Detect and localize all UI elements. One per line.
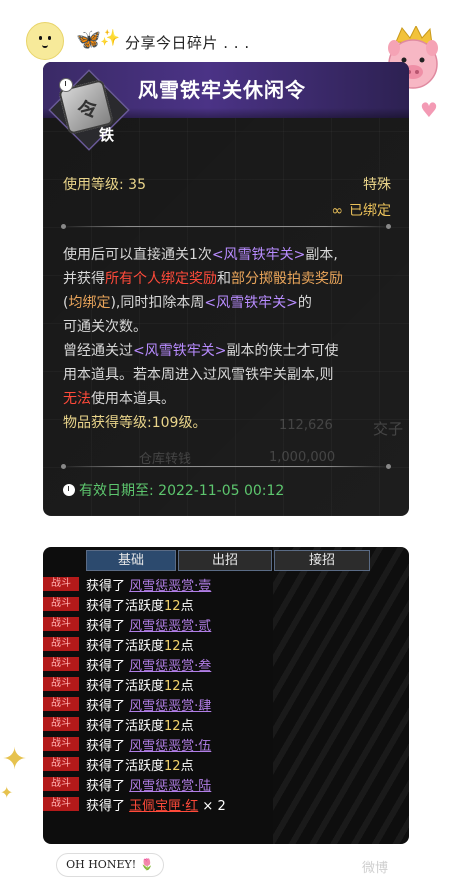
tab-defend[interactable]: 接招 [274, 550, 370, 571]
bind-label: 铁 [99, 126, 115, 144]
share-caption: 分享今日碎片 . . . [125, 34, 250, 52]
combat-badge: 战斗 [43, 617, 79, 631]
bind-chain-icon: ∞ [331, 203, 343, 219]
item-link[interactable]: 风雪惩恶赏·肆 [129, 699, 211, 714]
oh-honey-sticker: OH HONEY! 🌷 [56, 853, 164, 877]
combat-badge: 战斗 [43, 657, 79, 671]
tulip-icon: 🌷 [140, 858, 154, 871]
avatar[interactable] [26, 22, 64, 60]
sparkle-icon: ✦ [0, 783, 14, 802]
tab-basic[interactable]: 基础 [86, 550, 176, 571]
combat-badge: 战斗 [43, 697, 79, 711]
item-link[interactable]: 玉佩宝匣·红 [129, 799, 198, 814]
item-category: 特殊 [363, 177, 391, 193]
divider [61, 464, 391, 469]
item-tooltip: 112,626 交子 仓库转钱 1,000,000 令 铁 风雪铁牢关休闲令 使… [43, 62, 409, 516]
combat-badge: 战斗 [43, 757, 79, 771]
item-link[interactable]: 风雪惩恶赏·伍 [129, 739, 211, 754]
combat-badge: 战斗 [43, 717, 79, 731]
combat-log: 基础 出招 接招 战斗 获得了 风雪惩恶赏·壹 战斗 获得了活跃度12点 战斗 … [43, 547, 409, 844]
combat-badge: 战斗 [43, 677, 79, 691]
combat-badge: 战斗 [43, 737, 79, 751]
bg-warehouse-label: 仓库转钱 [139, 452, 192, 467]
tab-attack[interactable]: 出招 [178, 550, 272, 571]
use-level: 使用等级: 35 [63, 177, 146, 193]
combat-badge: 战斗 [43, 777, 79, 791]
item-link[interactable]: 风雪惩恶赏·贰 [129, 619, 211, 634]
combat-badge: 战斗 [43, 577, 79, 591]
bound-status: ∞ 已绑定 [331, 203, 391, 219]
roof-background [273, 547, 409, 844]
timer-icon [59, 78, 73, 92]
watermark: 微博 [362, 861, 389, 876]
combat-badge: 战斗 [43, 597, 79, 611]
item-link[interactable]: 风雪惩恶赏·叁 [129, 659, 211, 674]
butterfly-icon: 🦋 [76, 27, 101, 51]
bg-warehouse-value: 1,000,000 [269, 450, 336, 465]
combat-badge: 战斗 [43, 637, 79, 651]
clock-icon [63, 484, 75, 496]
heart-icon: ♥ [420, 98, 438, 122]
item-link[interactable]: 风雪惩恶赏·壹 [129, 579, 211, 594]
item-description: 使用后可以直接通关1次<风雪铁牢关>副本, 并获得所有个人绑定奖励和部分掷骰拍卖… [63, 247, 343, 431]
item-link[interactable]: 风雪惩恶赏·陆 [129, 779, 211, 794]
combat-badge: 战斗 [43, 797, 79, 811]
expiry-date: 有效日期至: 2022-11-05 00:12 [63, 480, 284, 500]
divider [61, 224, 391, 229]
sparkle-icon: ✨ [100, 28, 120, 47]
sparkle-icon: ✦ [2, 742, 28, 777]
item-title: 风雪铁牢关休闲令 [138, 78, 306, 102]
